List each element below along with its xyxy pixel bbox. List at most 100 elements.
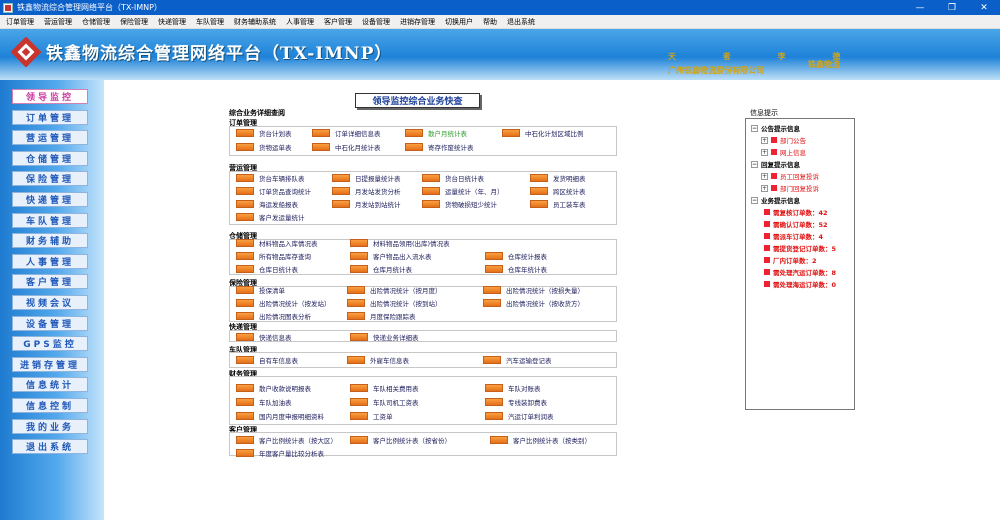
menu-item-9[interactable]: 设备管理 <box>362 17 390 27</box>
report-link-3-0[interactable]: 投保清单 <box>236 285 285 295</box>
tree-group-0[interactable]: − 公告提示信息 <box>751 123 800 133</box>
sidebar-button-14[interactable]: 信息统计 <box>12 377 88 393</box>
report-link-1-9[interactable]: 月发站到站统计 <box>332 199 401 209</box>
sidebar-button-1[interactable]: 订单管理 <box>12 109 88 125</box>
report-link-7-1[interactable]: 客户比例统计表（按省份） <box>350 435 451 445</box>
sidebar-button-10[interactable]: 视频会议 <box>12 294 88 310</box>
report-link-3-6[interactable]: 出险情况图表分析 <box>236 311 311 321</box>
report-link-3-2[interactable]: 出险情况统计（按损失量） <box>483 285 584 295</box>
report-link-1-11[interactable]: 员工装车表 <box>530 199 586 209</box>
report-link-7-0[interactable]: 客户比例统计表（按大区） <box>236 435 337 445</box>
report-link-6-1[interactable]: 车队相关费用表 <box>350 383 419 393</box>
report-link-7-2[interactable]: 客户比例统计表（按类别） <box>490 435 591 445</box>
restore-icon[interactable]: ❐ <box>936 0 968 15</box>
menu-item-0[interactable]: 订单管理 <box>6 17 34 27</box>
expand-icon[interactable]: + <box>761 148 768 156</box>
expand-icon[interactable]: + <box>761 136 768 144</box>
report-link-3-3[interactable]: 出险情况统计（按发站） <box>236 298 331 308</box>
report-link-4-1[interactable]: 快递业务详细表 <box>350 332 419 342</box>
report-link-0-3[interactable]: 中石化计划区域比例 <box>502 128 584 138</box>
report-link-2-0[interactable]: 材料物品入库情况表 <box>236 238 318 248</box>
report-link-0-0[interactable]: 货台计划表 <box>236 128 292 138</box>
menu-item-12[interactable]: 帮助 <box>483 17 497 27</box>
report-link-6-4[interactable]: 车队司机工资表 <box>350 397 419 407</box>
report-link-0-1[interactable]: 订单详细信息表 <box>312 128 381 138</box>
report-link-6-6[interactable]: 国内月度申报明细资料 <box>236 411 324 421</box>
report-link-2-7[interactable]: 仓库年统计表 <box>485 264 547 274</box>
report-link-7-3[interactable]: 年度客户量比较分析表 <box>236 448 324 458</box>
sidebar-button-0[interactable]: 领导监控 <box>12 89 88 104</box>
report-link-2-2[interactable]: 所有物品库存查询 <box>236 251 311 261</box>
sidebar-button-16[interactable]: 我的业务 <box>12 418 88 434</box>
tree-group-2[interactable]: − 业务提示信息 <box>751 195 800 205</box>
tree-item-1-0[interactable]: + 员工回复投诉 <box>761 171 819 181</box>
sidebar-button-8[interactable]: 人事管理 <box>12 253 88 269</box>
report-link-0-6[interactable]: 寄存作废统计表 <box>405 142 474 152</box>
menu-item-5[interactable]: 车队管理 <box>196 17 224 27</box>
report-link-2-4[interactable]: 仓库统计报表 <box>485 251 547 261</box>
sidebar-button-3[interactable]: 仓储管理 <box>12 150 88 166</box>
tree-item-2-2[interactable]: 需派车订单数：4 <box>764 231 823 241</box>
sidebar-button-5[interactable]: 快递管理 <box>12 191 88 207</box>
tree-item-2-4[interactable]: 厂内订单数：2 <box>764 255 817 265</box>
report-link-1-8[interactable]: 海运发船报表 <box>236 199 298 209</box>
sidebar-button-11[interactable]: 设备管理 <box>12 315 88 331</box>
tree-item-2-0[interactable]: 需复核订单数：42 <box>764 207 828 217</box>
report-link-3-7[interactable]: 月度保险跟踪表 <box>347 311 416 321</box>
expand-icon[interactable]: + <box>761 172 768 180</box>
report-link-3-5[interactable]: 出险情况统计（按收货方） <box>483 298 584 308</box>
report-link-6-3[interactable]: 车队加油表 <box>236 397 292 407</box>
report-link-5-1[interactable]: 外雇车信息表 <box>347 355 409 365</box>
collapse-icon[interactable]: − <box>751 196 758 204</box>
report-link-0-2[interactable]: 散户月统计表 <box>405 128 467 138</box>
tree-item-2-6[interactable]: 需处理海运订单数：0 <box>764 279 836 289</box>
tree-group-1[interactable]: − 回复提示信息 <box>751 159 800 169</box>
tree-item-2-5[interactable]: 需处理汽运订单数：8 <box>764 267 836 277</box>
sidebar-button-2[interactable]: 营运管理 <box>12 130 88 146</box>
menu-item-10[interactable]: 进销存管理 <box>400 17 435 27</box>
report-link-1-5[interactable]: 月发站发货分析 <box>332 186 401 196</box>
tree-item-2-1[interactable]: 需确认订单数：52 <box>764 219 828 229</box>
tree-item-0-1[interactable]: + 网上信息 <box>761 147 806 157</box>
expand-icon[interactable]: + <box>761 184 768 192</box>
report-link-6-0[interactable]: 散户收款说明报表 <box>236 383 311 393</box>
report-link-6-8[interactable]: 汽运订单利润表 <box>485 411 554 421</box>
report-link-1-4[interactable]: 订单货品查询统计 <box>236 186 311 196</box>
report-link-2-1[interactable]: 材料物品领用(出库)情况表 <box>350 238 450 248</box>
report-link-5-2[interactable]: 汽车运输登记表 <box>483 355 552 365</box>
report-link-1-10[interactable]: 货物破损短少统计 <box>422 199 497 209</box>
minimize-icon[interactable]: — <box>904 0 936 15</box>
sidebar-button-13[interactable]: 进销存管理 <box>12 356 88 372</box>
tree-item-1-1[interactable]: + 部门回复投诉 <box>761 183 819 193</box>
menu-item-2[interactable]: 仓储管理 <box>82 17 110 27</box>
report-link-2-5[interactable]: 仓库日统计表 <box>236 264 298 274</box>
collapse-icon[interactable]: − <box>751 160 758 168</box>
report-link-2-3[interactable]: 客户物品出入流水表 <box>350 251 432 261</box>
report-link-3-4[interactable]: 出险情况统计（按到站） <box>347 298 442 308</box>
sidebar-button-7[interactable]: 财务辅助 <box>12 233 88 249</box>
collapse-icon[interactable]: − <box>751 124 758 132</box>
report-link-6-7[interactable]: 工资单 <box>350 411 393 421</box>
menu-item-8[interactable]: 客户管理 <box>324 17 352 27</box>
sidebar-button-4[interactable]: 保险管理 <box>12 171 88 187</box>
sidebar-button-17[interactable]: 退出系统 <box>12 439 88 455</box>
report-link-0-5[interactable]: 中石化月统计表 <box>312 142 381 152</box>
menu-item-4[interactable]: 快递管理 <box>158 17 186 27</box>
report-link-0-4[interactable]: 货物运单表 <box>236 142 292 152</box>
report-link-4-0[interactable]: 快递信息表 <box>236 332 292 342</box>
report-link-3-1[interactable]: 出险情况统计（按月度） <box>347 285 442 295</box>
report-link-1-12[interactable]: 客户发运量统计 <box>236 212 305 222</box>
report-link-2-6[interactable]: 仓库月统计表 <box>350 264 412 274</box>
report-link-1-3[interactable]: 发货明细表 <box>530 173 586 183</box>
report-link-1-2[interactable]: 货台日统计表 <box>422 173 484 183</box>
tree-item-2-3[interactable]: 需提货登记订单数：5 <box>764 243 836 253</box>
report-link-1-6[interactable]: 运量统计（年、月） <box>422 186 504 196</box>
report-link-6-5[interactable]: 专线装卸费表 <box>485 397 547 407</box>
report-link-1-7[interactable]: 跨区统计表 <box>530 186 586 196</box>
menu-item-6[interactable]: 财务辅助系统 <box>234 17 276 27</box>
sidebar-button-9[interactable]: 客户管理 <box>12 274 88 290</box>
sidebar-button-12[interactable]: GPS监控 <box>12 336 88 352</box>
menu-item-11[interactable]: 切换用户 <box>445 17 473 27</box>
report-link-1-0[interactable]: 货台车辆排队表 <box>236 173 305 183</box>
sidebar-button-6[interactable]: 车队管理 <box>12 212 88 228</box>
